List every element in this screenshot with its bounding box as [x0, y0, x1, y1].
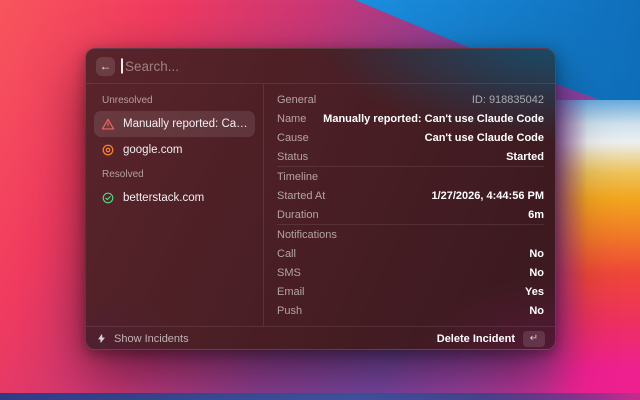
section-label-resolved: Resolved [94, 163, 255, 185]
list-item-label: google.com [123, 144, 182, 156]
detail-section-notifications: Notifications [277, 224, 544, 244]
detail-row-status: Status Started [277, 147, 544, 166]
detail-label: Timeline [277, 171, 318, 183]
search-input-wrap [125, 59, 545, 74]
incident-list-sidebar: Unresolved Manually reported: Can't use … [86, 84, 264, 326]
detail-value: Manually reported: Can't use Claude Code [323, 113, 544, 125]
list-item-label: Manually reported: Can't use Cl... [123, 118, 248, 130]
delete-incident-button[interactable]: Delete Incident ↵ [437, 331, 545, 347]
detail-label: Duration [277, 209, 319, 221]
detail-label: Email [277, 286, 305, 298]
section-label-unresolved: Unresolved [94, 89, 255, 111]
action-bar: Show Incidents Delete Incident ↵ [86, 326, 555, 350]
detail-value: No [529, 305, 544, 317]
text-caret [121, 59, 123, 74]
detail-row-sms: SMS No [277, 263, 544, 282]
detail-value: No [529, 248, 544, 260]
detail-value: ID: 918835042 [472, 94, 544, 106]
detail-label: General [277, 94, 316, 106]
detail-row-cause: Cause Can't use Claude Code [277, 128, 544, 147]
window-body: Unresolved Manually reported: Can't use … [86, 84, 555, 326]
detail-label: Push [277, 305, 302, 317]
detail-row-email: Email Yes [277, 282, 544, 301]
detail-label: Started At [277, 190, 325, 202]
detail-section-timeline: Timeline [277, 166, 544, 186]
bullseye-icon [101, 143, 115, 157]
detail-label: Cause [277, 132, 309, 144]
detail-label: Status [277, 151, 308, 163]
search-bar: ← [86, 49, 555, 84]
detail-row-call: Call No [277, 244, 544, 263]
warning-triangle-icon [101, 117, 115, 131]
detail-row-push: Push No [277, 301, 544, 320]
detail-row-duration: Duration 6m [277, 205, 544, 224]
command-palette-window: ← Unresolved Manually reported: Can't us… [85, 48, 556, 350]
wallpaper-bottom-strip [0, 393, 640, 400]
detail-value: Started [506, 151, 544, 163]
detail-row-started-at: Started At 1/27/2026, 4:44:56 PM [277, 186, 544, 205]
detail-value: 1/27/2026, 4:44:56 PM [431, 190, 544, 202]
show-incidents-label: Show Incidents [114, 333, 189, 345]
check-circle-icon [101, 191, 115, 205]
detail-label: Notifications [277, 229, 337, 241]
show-incidents-button[interactable]: Show Incidents [96, 332, 189, 345]
detail-section-general: General ID: 918835042 [277, 90, 544, 109]
detail-label: SMS [277, 267, 301, 279]
wallpaper-color-bands [545, 100, 640, 400]
list-item-betterstack[interactable]: betterstack.com [94, 185, 255, 211]
incident-detail-panel: General ID: 918835042 Name Manually repo… [264, 84, 555, 326]
back-button[interactable]: ← [96, 57, 115, 76]
detail-value: Yes [525, 286, 544, 298]
detail-value: 6m [528, 209, 544, 221]
detail-value: No [529, 267, 544, 279]
list-item-google[interactable]: google.com [94, 137, 255, 163]
return-key-icon: ↵ [523, 331, 545, 347]
lightning-bolt-icon [96, 332, 107, 345]
detail-row-name: Name Manually reported: Can't use Claude… [277, 109, 544, 128]
delete-incident-label: Delete Incident [437, 333, 515, 345]
back-arrow-icon: ← [100, 60, 112, 72]
search-input[interactable] [125, 59, 545, 74]
detail-value: Can't use Claude Code [425, 132, 544, 144]
list-item-manual-incident[interactable]: Manually reported: Can't use Cl... [94, 111, 255, 137]
detail-label: Call [277, 248, 296, 260]
list-item-label: betterstack.com [123, 192, 204, 204]
detail-label: Name [277, 113, 306, 125]
